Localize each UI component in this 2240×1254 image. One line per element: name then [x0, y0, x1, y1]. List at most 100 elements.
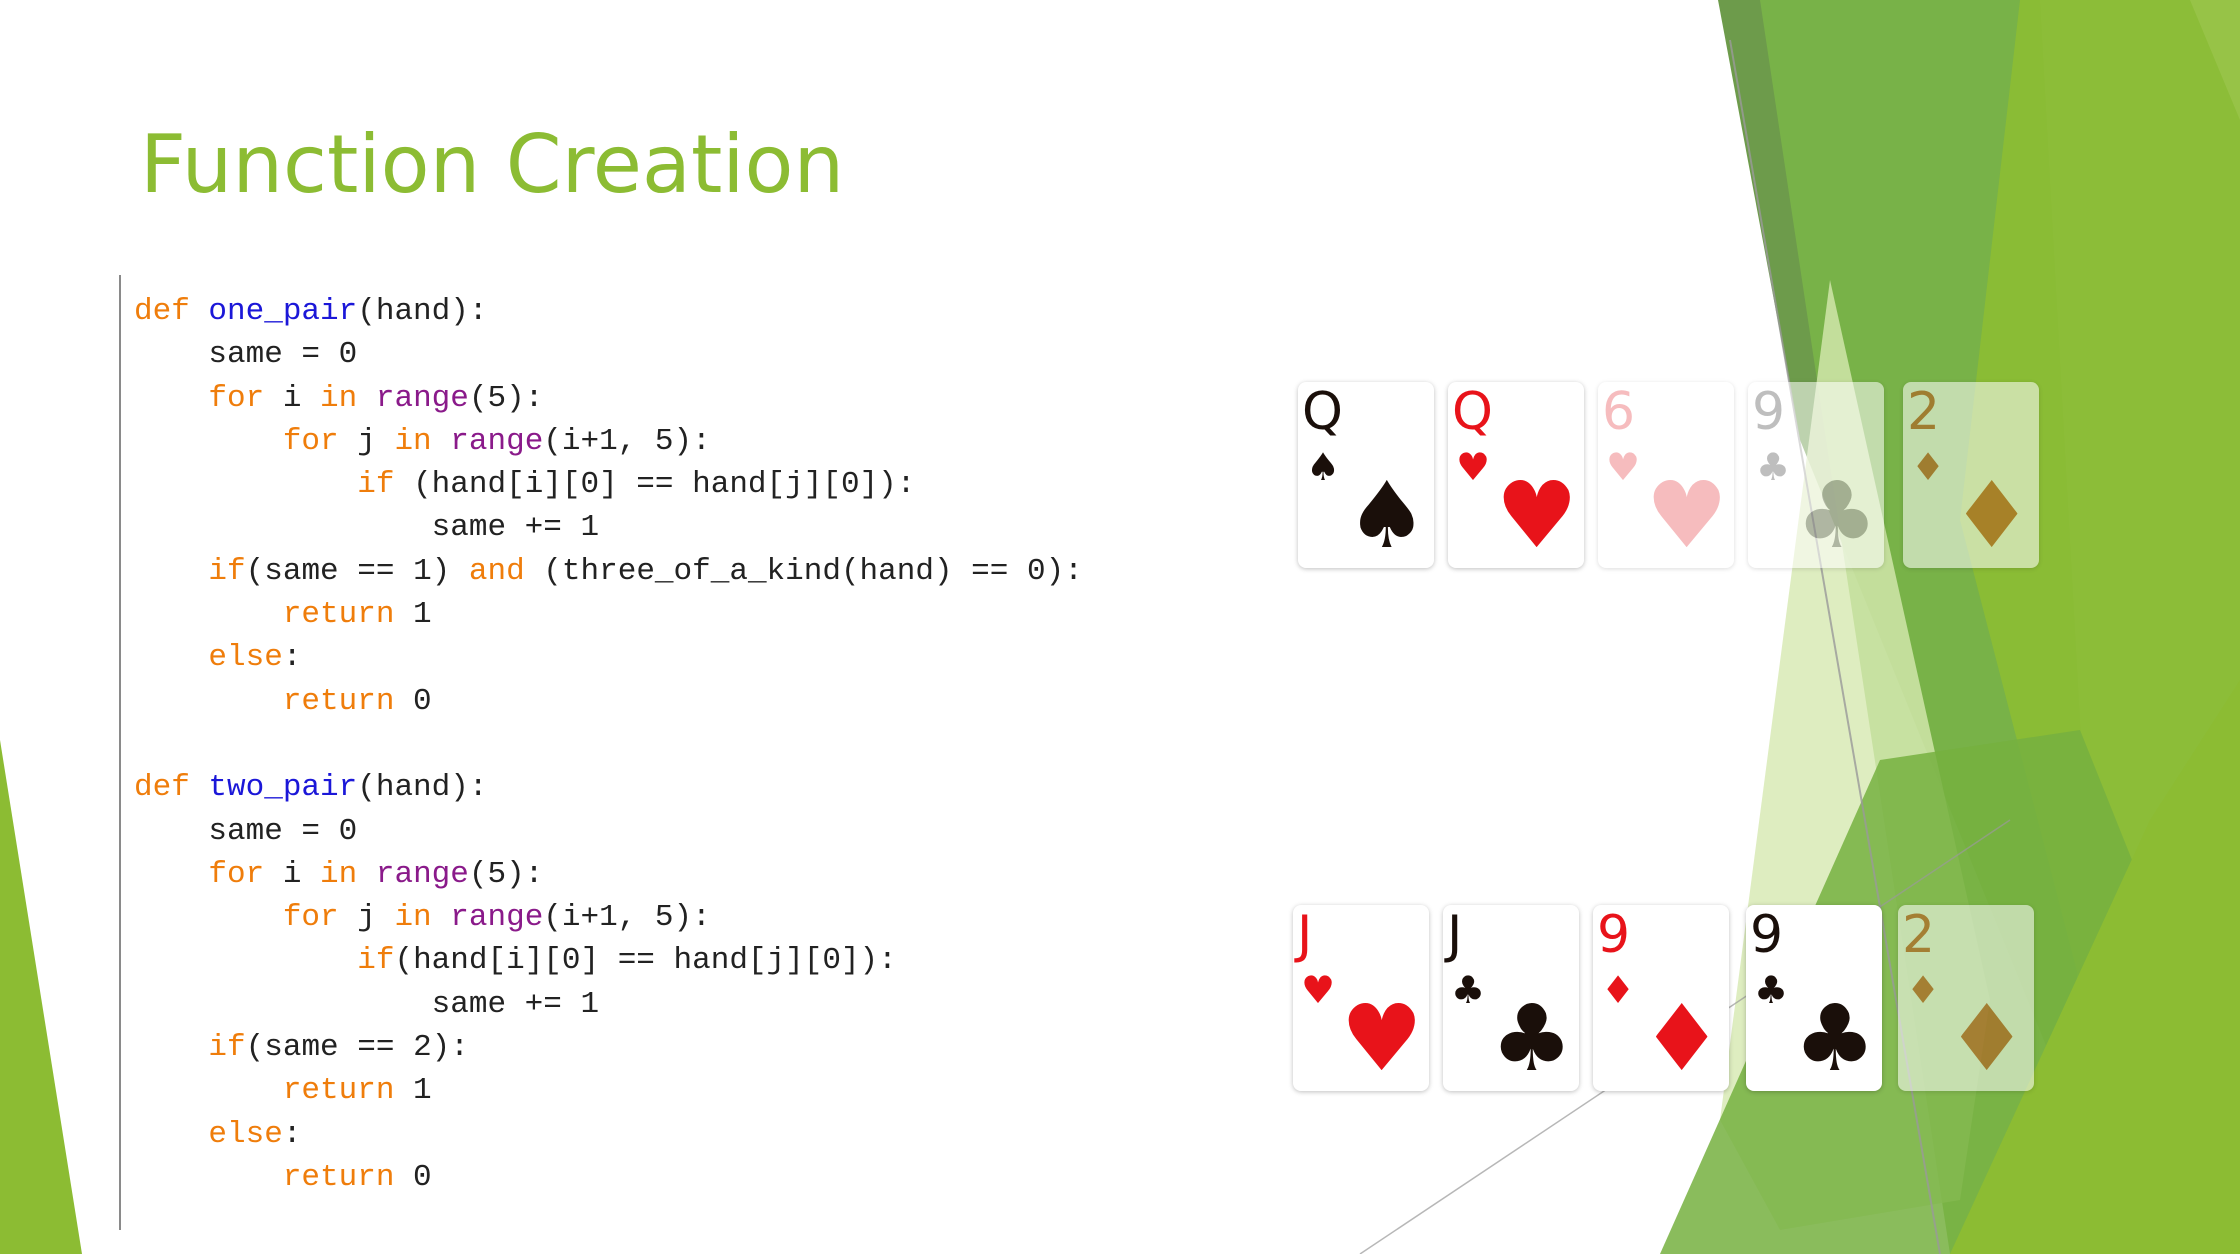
code-token: i [264, 856, 321, 892]
code-token: else [208, 1116, 283, 1152]
diamond-icon: ♦ [1945, 985, 2028, 1092]
code-token: 1 [394, 597, 432, 633]
code-token: 0 [394, 1159, 432, 1195]
code-line: if (hand[i][0] == hand[j][0]): [134, 463, 1083, 506]
card-rank: 2 [1902, 905, 1936, 965]
club-icon: ♣ [1793, 985, 1876, 1092]
code-token: range [375, 856, 469, 892]
playing-card-j-club: J ♣ ♣ [1443, 905, 1579, 1091]
code-line: if(same == 1) and (three_of_a_kind(hand)… [134, 550, 1083, 593]
playing-card-q-heart: Q ♥ ♥ [1448, 382, 1584, 568]
code-token: (i+1, 5): [543, 900, 711, 936]
card-rank: 6 [1602, 382, 1636, 442]
diamond-icon: ♦ [1906, 968, 1941, 1012]
code-token: def [134, 294, 190, 329]
code-token: for [282, 423, 339, 459]
playing-card-9-club: 9 ♣ ♣ [1748, 382, 1884, 568]
code-line: for i in range(5): [134, 853, 1083, 896]
code-line: def one_pair(hand): [134, 290, 1083, 333]
code-line: return 1 [134, 593, 1083, 636]
diamond-icon: ♦ [1950, 462, 2033, 569]
code-token: for [208, 380, 265, 416]
card-rank: Q [1302, 382, 1343, 442]
playing-card-9-diamond: 9 ♦ ♦ [1593, 905, 1729, 1091]
code-token: (three_of_a_kind(hand) == 0): [524, 553, 1083, 589]
code-token: in [394, 423, 432, 459]
code-token: in [320, 856, 358, 892]
code-token: same += 1 [134, 510, 600, 546]
heart-icon: ♥ [1456, 445, 1491, 489]
code-line: for j in range(i+1, 5): [134, 420, 1083, 463]
card-rank: 9 [1597, 905, 1631, 965]
club-icon: ♣ [1490, 985, 1573, 1092]
code-line: same += 1 [134, 506, 1083, 549]
heart-icon: ♥ [1340, 985, 1423, 1092]
heart-icon: ♥ [1495, 462, 1578, 569]
playing-card-2-diamond: 2 ♦ ♦ [1903, 382, 2039, 568]
code-token: return [282, 1159, 395, 1195]
code-token: two_pair [208, 770, 358, 806]
code-token: same = 0 [134, 813, 358, 849]
code-token: same = 0 [134, 337, 358, 373]
code-line: return 0 [134, 680, 1083, 723]
code-token: : [282, 1116, 302, 1152]
code-token: range [375, 380, 469, 416]
heart-icon: ♥ [1645, 462, 1728, 569]
slide-title: Function Creation [140, 118, 845, 211]
code-token: if [208, 553, 246, 589]
card-rank: J [1447, 905, 1463, 965]
code-token: : [282, 640, 302, 676]
code-line: same = 0 [134, 333, 1083, 376]
code-line: return 1 [134, 1069, 1083, 1112]
code-token: same += 1 [134, 986, 600, 1022]
code-token: else [208, 640, 283, 676]
code-token: in [394, 900, 432, 936]
code-token: (5): [468, 856, 544, 892]
code-token: in [320, 380, 358, 416]
code-token: if [208, 1030, 246, 1066]
playing-card-j-heart: J ♥ ♥ [1293, 905, 1429, 1091]
code-line: if(same == 2): [134, 1026, 1083, 1069]
left-green-triangle [0, 740, 82, 1254]
code-token: (5): [468, 380, 544, 416]
code-line: for i in range(5): [134, 377, 1083, 420]
club-icon: ♣ [1451, 968, 1486, 1012]
code-line: return 0 [134, 1156, 1083, 1199]
code-line: same = 0 [134, 810, 1083, 853]
card-rank: 9 [1750, 905, 1784, 965]
code-block-rule [119, 275, 121, 1230]
code-token: (same == 2): [245, 1030, 469, 1066]
code-token: (i+1, 5): [543, 423, 711, 459]
code-token: if [357, 467, 395, 503]
card-rank: 9 [1752, 382, 1786, 442]
code-token: (hand): [357, 770, 488, 806]
code-token: (hand[i][0] == hand[j][0]): [394, 943, 897, 979]
playing-card-2-diamond: 2 ♦ ♦ [1898, 905, 2034, 1091]
code-token: one_pair [208, 294, 358, 329]
code-token: range [450, 900, 544, 936]
code-line: if(hand[i][0] == hand[j][0]): [134, 939, 1083, 982]
code-token: (hand[i][0] == hand[j][0]): [394, 467, 916, 503]
heart-icon: ♥ [1301, 968, 1336, 1012]
diamond-icon: ♦ [1911, 445, 1946, 489]
code-line: for j in range(i+1, 5): [134, 896, 1083, 939]
club-icon: ♣ [1754, 968, 1789, 1012]
playing-card-9-club: 9 ♣ ♣ [1746, 905, 1882, 1091]
playing-card-q-spade: Q ♠ ♠ [1298, 382, 1434, 568]
spade-icon: ♠ [1306, 445, 1341, 489]
diamond-icon: ♦ [1601, 968, 1636, 1012]
code-token: 1 [394, 1073, 432, 1109]
